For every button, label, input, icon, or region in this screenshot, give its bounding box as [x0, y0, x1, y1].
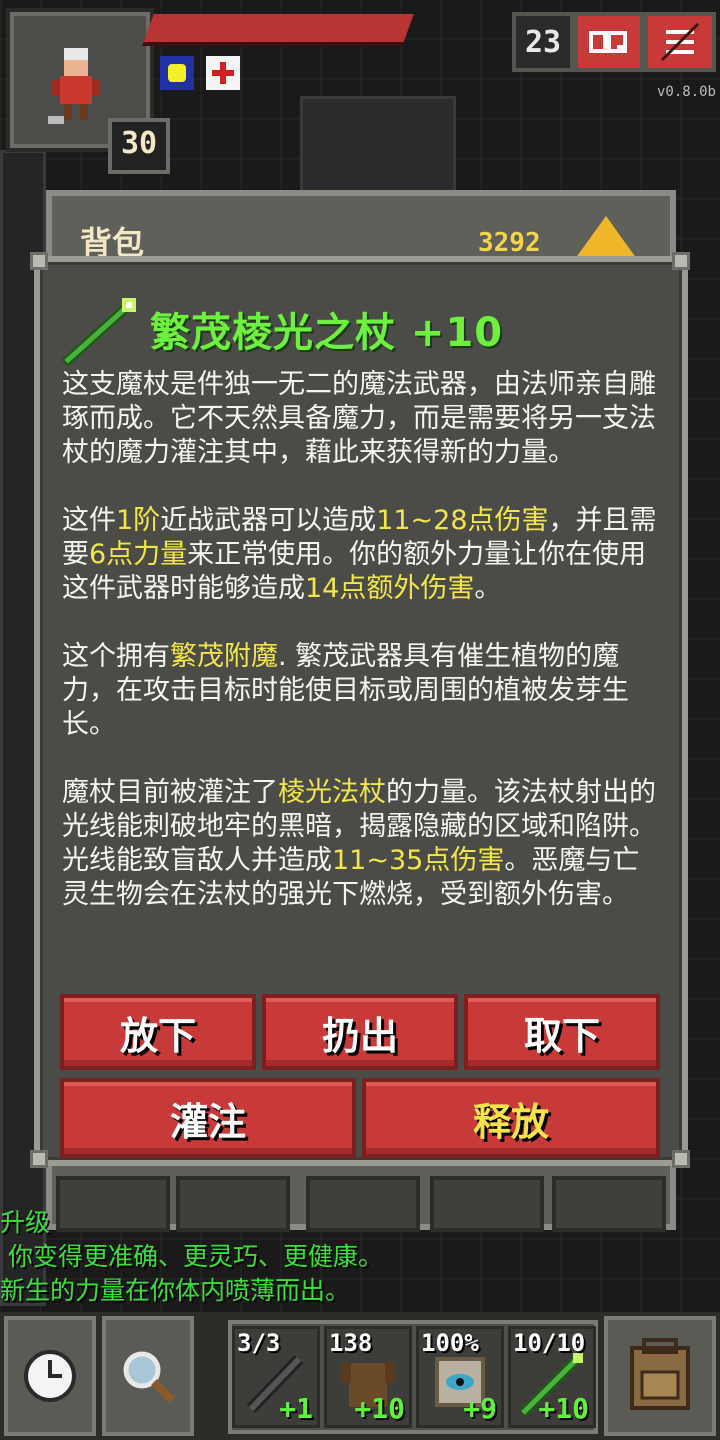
unequip-button[interactable]: 取下 [464, 994, 660, 1070]
description-paragraph: 这支魔杖是件独一无二的魔法武器，由法师亲自雕琢而成。它不天然具备魔力，而是需要将… [62, 369, 656, 468]
quickslot-1[interactable]: 3/3 +1 [232, 1326, 320, 1428]
quickslot-upgrade: +1 [279, 1392, 313, 1425]
magnifier-icon [123, 1351, 175, 1403]
quickslot-charges: 10/10 [513, 1329, 586, 1357]
imbue-button[interactable]: 灌注 [60, 1078, 356, 1158]
magic-staff-icon [62, 298, 136, 366]
menu-icon [660, 22, 700, 62]
quickslot-upgrade: +10 [354, 1392, 405, 1425]
search-button[interactable] [102, 1316, 194, 1436]
description-paragraph: 魔杖目前被灌注了棱光法杖的力量。该法杖射出的光线能刺破地牢的黑暗，揭露隐藏的区域… [62, 777, 656, 910]
throw-button[interactable]: 扔出 [262, 994, 458, 1070]
item-name: 繁茂棱光之杖 +10 [150, 310, 504, 356]
hero-sprite-icon [48, 48, 100, 124]
quickslot-charge-percent: 100% [421, 1329, 479, 1357]
game-log: 升级 你变得更准确、更灵巧、更健康。 新生的力量在你体内喷薄而出。 [0, 1206, 383, 1308]
journal-button[interactable] [574, 12, 644, 72]
backpack-slot[interactable] [552, 1176, 666, 1232]
quickslot-3[interactable]: 100% +9 [416, 1326, 504, 1428]
log-line: 升级 [0, 1208, 51, 1237]
gold-amount: 3292 [478, 228, 541, 258]
quickslot-upgrade: +9 [463, 1392, 497, 1425]
window-corner [672, 252, 690, 270]
log-line: 新生的力量在你体内喷薄而出。 [0, 1276, 351, 1305]
wait-button[interactable] [4, 1316, 96, 1436]
quickslot-upgrade: +10 [538, 1392, 589, 1425]
drop-button[interactable]: 放下 [60, 994, 256, 1070]
journal-icon [589, 31, 627, 53]
clock-icon [24, 1350, 76, 1402]
backpack-slot[interactable] [430, 1176, 544, 1232]
zap-button[interactable]: 释放 [362, 1078, 660, 1158]
description-paragraph: 这件1阶近战武器可以造成11~28点伤害，并且需要6点力量来正常使用。你的额外力… [62, 505, 657, 604]
quickslot-durability: 138 [329, 1329, 373, 1357]
menu-button[interactable] [644, 12, 716, 72]
quickslot-2[interactable]: 138 +10 [324, 1326, 412, 1428]
description-paragraph: 这个拥有繁茂附魔. 繁茂武器具有催生植物的魔力，在攻击目标时能使目标或周围的植被… [62, 641, 629, 740]
hero-level: 30 [108, 118, 170, 174]
window-corner [30, 1150, 48, 1168]
version-label: v0.8.0b [656, 84, 716, 100]
healing-buff-icon[interactable] [206, 56, 240, 90]
log-line: 你变得更准确、更灵巧、更健康。 [0, 1242, 383, 1271]
backpack-icon [630, 1338, 690, 1410]
quickslot-4[interactable]: 10/10 +10 [508, 1326, 596, 1428]
window-corner [30, 252, 48, 270]
health-bar [142, 14, 414, 46]
window-corner [672, 1150, 690, 1168]
dungeon-wall [300, 96, 456, 202]
depth-indicator[interactable]: 23 [512, 12, 574, 72]
quickslot-charges: 3/3 [237, 1329, 281, 1357]
item-description: 这支魔杖是件独一无二的魔法武器，由法师亲自雕琢而成。它不天然具备魔力，而是需要将… [62, 368, 662, 946]
inventory-button[interactable] [604, 1316, 716, 1436]
light-buff-icon[interactable] [160, 56, 194, 90]
